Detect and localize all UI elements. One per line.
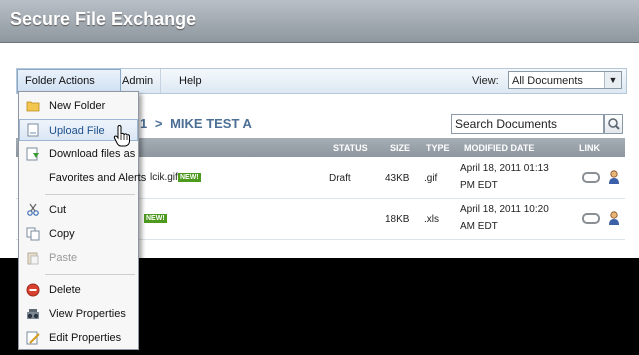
- paste-icon: [27, 252, 39, 265]
- type-text: .gif: [424, 173, 438, 184]
- header-size[interactable]: SIZE: [390, 143, 410, 153]
- link-icon[interactable]: [582, 213, 600, 224]
- edit-properties-icon: [26, 331, 40, 345]
- type-text: .xls: [424, 214, 439, 225]
- status-text: Draft: [329, 173, 351, 184]
- header-type[interactable]: TYPE: [426, 143, 450, 153]
- download-icon: [26, 147, 39, 161]
- modified-time: AM EDT: [460, 221, 498, 232]
- breadcrumb-folder[interactable]: MIKE TEST A: [170, 116, 252, 131]
- menu-separator: [45, 274, 135, 275]
- menu-item-favorites-alerts[interactable]: Favorites and Alerts: [19, 167, 146, 189]
- view-label: View:: [472, 75, 499, 87]
- hand-cursor-icon: [113, 125, 130, 147]
- view-select-value: All Documents: [512, 75, 583, 87]
- user-icon[interactable]: [608, 170, 620, 184]
- menu-item-edit-properties[interactable]: Edit Properties: [19, 327, 138, 349]
- menu-item-paste: Paste: [19, 247, 138, 269]
- breadcrumb-separator: >: [154, 116, 163, 131]
- user-icon[interactable]: [608, 211, 620, 225]
- modified-time: PM EDT: [460, 180, 498, 191]
- menu-item-copy[interactable]: Copy: [19, 223, 138, 245]
- search-button[interactable]: [604, 114, 623, 134]
- search-input[interactable]: Search Documents: [451, 114, 604, 134]
- file-name[interactable]: lcik.gif: [150, 172, 178, 183]
- menu-admin[interactable]: Admin: [115, 69, 162, 93]
- title-bar: Secure File Exchange: [0, 0, 639, 43]
- folder-icon: [26, 101, 40, 112]
- new-badge: NEW!: [178, 173, 201, 182]
- breadcrumb: 1 > MIKE TEST A: [140, 116, 252, 131]
- menu-help[interactable]: Help: [172, 69, 209, 93]
- new-badge: NEW!: [144, 214, 167, 223]
- size-text: 18KB: [385, 214, 410, 225]
- chevron-down-icon[interactable]: ▼: [604, 72, 621, 88]
- size-text: 43KB: [385, 173, 410, 184]
- view-select[interactable]: All Documents ▼: [508, 71, 622, 89]
- menu-item-view-properties[interactable]: View Properties: [19, 303, 138, 325]
- header-status[interactable]: STATUS: [333, 143, 368, 153]
- menu-item-new-folder[interactable]: New Folder: [19, 95, 138, 117]
- menu-separator: [45, 194, 135, 195]
- view-properties-icon: [27, 309, 39, 319]
- modified-date: April 18, 2011 01:13: [460, 163, 549, 174]
- breadcrumb-part[interactable]: 1: [140, 116, 147, 131]
- delete-icon: [26, 283, 40, 297]
- scissors-icon: [27, 203, 39, 216]
- header-link: LINK: [579, 143, 600, 153]
- copy-icon: [26, 227, 40, 241]
- menu-item-cut[interactable]: Cut: [19, 199, 138, 221]
- document-icon: [27, 123, 39, 137]
- menu-folder-actions[interactable]: Folder Actions: [17, 69, 121, 93]
- modified-date: April 18, 2011 10:20: [460, 204, 549, 215]
- link-icon[interactable]: [582, 172, 600, 183]
- search-icon: [608, 118, 620, 130]
- app-title: Secure File Exchange: [10, 9, 197, 29]
- menu-item-delete[interactable]: Delete: [19, 279, 138, 301]
- header-modified-date[interactable]: MODIFIED DATE: [464, 143, 534, 153]
